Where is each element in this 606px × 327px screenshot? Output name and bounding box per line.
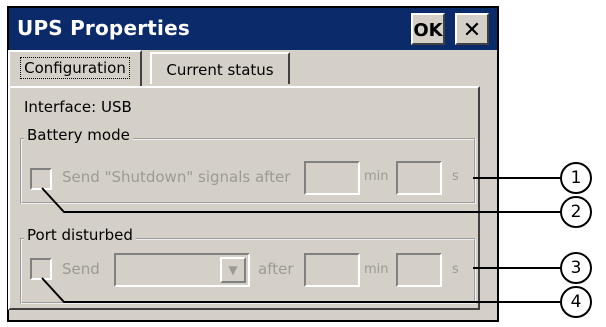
- callout-number-3: 3: [570, 258, 582, 278]
- callout-line-2: [41, 187, 560, 213]
- callout-number-4: 4: [570, 292, 582, 312]
- callout-number-1: 1: [570, 168, 582, 188]
- callout-line-4: [41, 277, 560, 303]
- tab-configuration-label: Configuration: [20, 57, 130, 79]
- tab-configuration[interactable]: Configuration: [8, 50, 142, 86]
- callout-number-2: 2: [570, 202, 582, 222]
